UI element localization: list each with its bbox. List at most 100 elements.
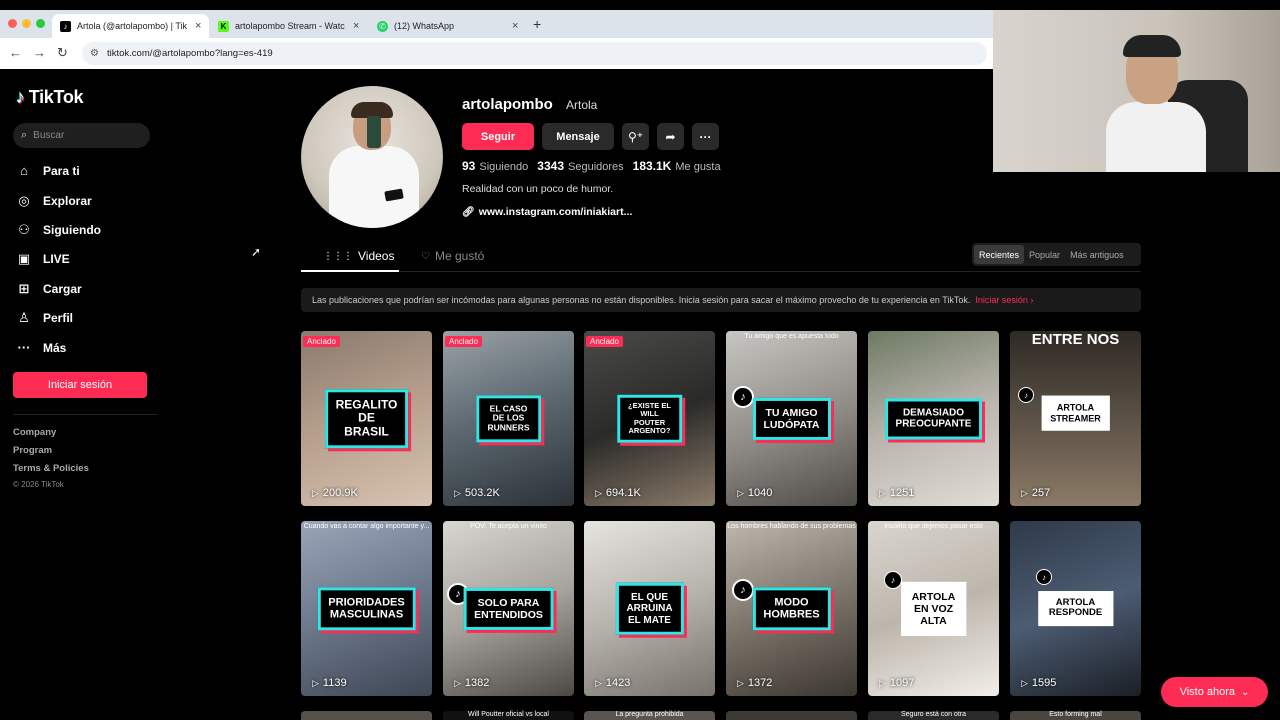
reload-icon[interactable]: ↻ [57, 45, 68, 61]
sort-toggle: Recientes Popular Más antiguos [972, 243, 1141, 266]
tiktok-icon: ♪ [732, 386, 754, 408]
video-card-peek[interactable] [301, 711, 432, 720]
sort-oldest-button[interactable]: Más antiguos [1065, 245, 1129, 264]
pinned-badge: Anclado [445, 336, 482, 347]
footer-link-program[interactable]: Program [13, 445, 52, 456]
sidebar-item-perfil[interactable]: ♙ Perfil [16, 310, 73, 326]
play-icon: ▷ [454, 487, 461, 498]
video-card[interactable]: Los hombres hablando de sus problemas ♪ … [726, 521, 857, 696]
tiktok-icon: ♪ [1036, 569, 1052, 585]
login-button[interactable]: Iniciar sesión [13, 372, 147, 398]
video-card-peek[interactable]: La pregunta prohibida [584, 711, 715, 720]
video-card-peek[interactable]: Esto forming mal [1010, 711, 1141, 720]
sidebar-item-siguiendo[interactable]: ⚇ Siguiendo [16, 222, 101, 238]
video-caption: ARTOLA RESPONDE [1037, 590, 1114, 627]
video-card-peek[interactable]: Will Poutter oficial vs local [443, 711, 574, 720]
play-icon: ▷ [1021, 487, 1028, 498]
stat-followers[interactable]: 3343 Seguidores [537, 159, 623, 173]
view-count: ▷ 200.9K [312, 487, 358, 499]
avatar [301, 86, 443, 228]
sort-recent-button[interactable]: Recientes [974, 245, 1025, 264]
sidebar-item-live[interactable]: ▣ LIVE [16, 251, 70, 267]
kick-icon: K [218, 20, 229, 32]
profile-icon: ♙ [18, 310, 30, 325]
play-icon: ▷ [879, 677, 886, 688]
video-caption: MODO HOMBRES [752, 586, 831, 631]
tab-videos[interactable]: ⋮⋮⋮ Videos [323, 249, 394, 263]
site-settings-icon[interactable]: ⚙ [90, 48, 99, 59]
view-count: ▷ 1423 [595, 677, 631, 689]
add-friend-icon[interactable]: ⚲⁺ [622, 123, 649, 150]
sidebar-item-mas[interactable]: ··· Más [16, 340, 67, 355]
view-count: ▷ 1139 [312, 677, 347, 689]
video-caption: ¿EXISTE EL WILL POUTER ARGENTO? [616, 394, 683, 443]
tab-liked[interactable]: ♡ Me gustó [421, 249, 484, 263]
close-tab-icon[interactable]: × [353, 20, 359, 32]
video-card[interactable]: DEMASIADO PREOCUPANTE ▷ 1251 [868, 331, 999, 506]
share-icon[interactable]: ➦ [657, 123, 684, 150]
notice-login-link[interactable]: Iniciar sesión › [975, 295, 1033, 305]
video-card[interactable]: EL QUE ARRUINA EL MATE ▷ 1423 [584, 521, 715, 696]
following-icon: ⚇ [18, 222, 30, 237]
cap [1123, 35, 1181, 57]
video-card[interactable]: Tu amigo que es apuesta todo ♪ TU AMIGO … [726, 331, 857, 506]
forward-arrow-icon[interactable]: → [33, 45, 46, 60]
pinned-badge: Anclado [303, 336, 340, 347]
sidebar-item-cargar[interactable]: ⊞ Cargar [16, 281, 82, 297]
sidebar-item-para-ti[interactable]: ⌂ Para ti [16, 163, 80, 178]
video-card[interactable]: Insólito que dejemos pasar esto ♪ ARTOLA… [868, 521, 999, 696]
stat-likes: 183.1K Me gusta [632, 159, 721, 173]
browser-tab-whatsapp[interactable]: ✆ (12) WhatsApp × [369, 14, 526, 38]
search-input[interactable]: ⌕ Buscar [13, 123, 150, 148]
view-count: ▷ 503.2K [454, 487, 500, 499]
active-tab-indicator [301, 270, 399, 272]
tiktok-logo[interactable]: ♪ TikTok [16, 87, 84, 108]
video-caption: DEMASIADO PREOCUPANTE [884, 398, 983, 439]
more-options-icon[interactable]: ··· [692, 123, 719, 150]
video-card[interactable]: Anclado ¿EXISTE EL WILL POUTER ARGENTO? … [584, 331, 715, 506]
browser-tab-tiktok[interactable]: ♪ Artola (@artolapombo) | TikTok × [52, 14, 210, 38]
close-tab-icon[interactable]: × [512, 20, 518, 32]
video-card[interactable]: Anclado REGALITO DE BRASIL ▷ 200.9K [301, 331, 432, 506]
sort-popular-button[interactable]: Popular [1024, 245, 1065, 264]
play-icon: ▷ [312, 677, 319, 688]
video-card[interactable]: Anclado EL CASO DE LOS RUNNERS ▷ 503.2K [443, 331, 574, 506]
stat-following[interactable]: 93 Siguiendo [462, 159, 528, 173]
minimize-window-button[interactable] [22, 19, 31, 28]
tiktok-icon: ♪ [16, 87, 25, 107]
browser-toolbar: ← → ↻ ⚙ tiktok.com/@artolapombo?lang=es-… [0, 38, 993, 69]
video-card[interactable]: ♪ ARTOLA RESPONDE ▷ 1595 [1010, 521, 1141, 696]
close-tab-icon[interactable]: × [195, 20, 201, 32]
video-card[interactable]: POV: Te acepta un vinito ♪ SOLO PARA ENT… [443, 521, 574, 696]
message-button[interactable]: Mensaje [542, 123, 614, 150]
video-caption: REGALITO DE BRASIL [324, 388, 409, 449]
video-card[interactable]: ENTRE NOS ♪ ARTOLA STREAMER ▷ 257 [1010, 331, 1141, 506]
liked-icon: ♡ [421, 250, 430, 262]
play-icon: ▷ [879, 487, 886, 498]
close-window-button[interactable] [8, 19, 17, 28]
profile-nickname: Artola [566, 98, 598, 112]
video-card-peek[interactable]: Seguro está con otra [868, 711, 999, 720]
new-tab-icon[interactable]: + [533, 16, 541, 32]
back-arrow-icon[interactable]: ← [9, 45, 22, 60]
maximize-window-button[interactable] [36, 19, 45, 28]
video-card[interactable]: Cuando vas a contar algo importante y...… [301, 521, 432, 696]
pinned-badge: Anclado [586, 336, 623, 347]
video-card-peek[interactable] [726, 711, 857, 720]
view-count: ▷ 1097 [879, 677, 915, 689]
browser-tab-kick[interactable]: K artolapombo Stream - Watch × [210, 14, 367, 38]
video-caption: EL CASO DE LOS RUNNERS [475, 394, 542, 443]
follow-button[interactable]: Seguir [462, 123, 534, 150]
footer-link-terms[interactable]: Terms & Policies [13, 463, 89, 474]
profile-link[interactable]: 🔗︎ www.instagram.com/iniakiart... [462, 206, 632, 218]
video-caption: ARTOLA STREAMER [1041, 395, 1110, 431]
upload-icon: ⊞ [18, 281, 30, 296]
address-bar[interactable]: ⚙ tiktok.com/@artolapombo?lang=es-419 [82, 42, 987, 65]
footer-link-company[interactable]: Company [13, 427, 56, 438]
view-count: ▷ 1040 [737, 487, 773, 499]
watched-now-button[interactable]: Visto ahora ⌄ [1161, 677, 1268, 707]
play-icon: ▷ [312, 487, 319, 498]
sidebar-item-explorar[interactable]: ◎ Explorar [16, 193, 91, 209]
mouse-cursor-icon: ➚ [251, 245, 262, 259]
view-count: ▷ 1372 [737, 677, 773, 689]
